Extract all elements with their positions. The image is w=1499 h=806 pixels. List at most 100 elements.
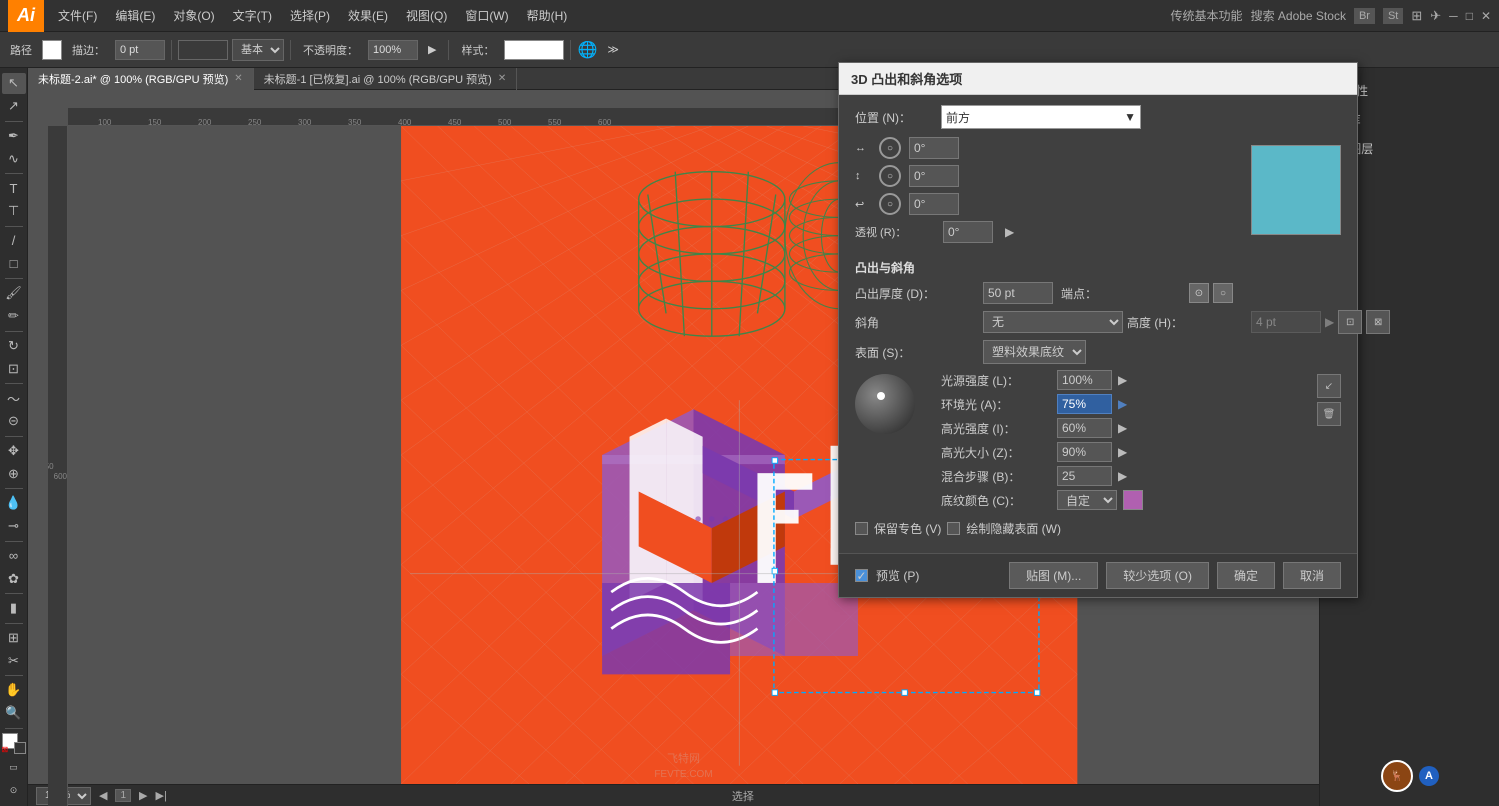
ambient-arrow[interactable]: ▶	[1118, 397, 1127, 411]
bridge-icon[interactable]: Br	[1354, 8, 1375, 24]
tab-2-close[interactable]: ✕	[498, 73, 506, 84]
preserve-spot-checkbox[interactable]	[855, 522, 868, 535]
close-icon[interactable]: ✕	[1481, 9, 1491, 23]
direct-select-tool[interactable]: ↗	[2, 96, 26, 117]
y-angle-dial[interactable]: ○	[879, 165, 901, 187]
light-sphere-container[interactable]	[855, 374, 915, 434]
draw-mode[interactable]: ⊙	[2, 780, 26, 801]
tab-1-close[interactable]: ✕	[234, 73, 242, 84]
endpoint-cap-off[interactable]: ○	[1213, 283, 1233, 303]
y-angle-input[interactable]	[909, 165, 959, 187]
light-intensity-arrow[interactable]: ▶	[1118, 373, 1127, 387]
more-options[interactable]: ≫	[601, 40, 625, 59]
blend-steps-arrow[interactable]: ▶	[1118, 469, 1127, 483]
menu-object[interactable]: 对象(O)	[165, 3, 222, 28]
position-select[interactable]: 前方 ▼	[941, 105, 1141, 129]
opacity-value[interactable]	[368, 40, 418, 60]
page-nav-next[interactable]: ▶	[139, 789, 147, 802]
x-angle-dial[interactable]: ○	[879, 137, 901, 159]
blend-tool[interactable]: ∞	[2, 545, 26, 566]
minimize-icon[interactable]: ─	[1449, 9, 1458, 23]
avatar[interactable]: 🦌	[1381, 760, 1413, 792]
workspace-switcher[interactable]: 传统基本功能	[1171, 7, 1243, 24]
z-angle-input[interactable]	[909, 193, 959, 215]
bevel-select[interactable]: 无	[983, 311, 1123, 333]
z-angle-dial[interactable]: ○	[879, 193, 901, 215]
rotate-tool[interactable]: ↻	[2, 335, 26, 356]
style-color[interactable]	[504, 40, 564, 60]
ambient-input[interactable]	[1057, 394, 1112, 414]
measure-tool[interactable]: ⊸	[2, 516, 26, 537]
add-light-btn[interactable]: ↙	[1317, 374, 1341, 398]
hand-tool[interactable]: ✋	[2, 680, 26, 701]
artboard-tool[interactable]: ⊞	[2, 628, 26, 649]
menu-window[interactable]: 窗口(W)	[457, 3, 516, 28]
menu-effect[interactable]: 效果(E)	[340, 3, 396, 28]
width-tool[interactable]: ⊝	[2, 411, 26, 432]
height-input[interactable]	[1251, 311, 1321, 333]
cancel-button[interactable]: 取消	[1283, 562, 1341, 589]
stock-icon[interactable]: St	[1383, 8, 1403, 24]
perspective-expand[interactable]: ▶	[1001, 225, 1018, 239]
zoom-tool[interactable]: 🔍	[2, 703, 26, 724]
grid-icon[interactable]: ⊞	[1411, 8, 1422, 24]
eyedropper-tool[interactable]: 💧	[2, 493, 26, 514]
column-graph-tool[interactable]: ▮	[2, 598, 26, 619]
menu-text[interactable]: 文字(T)	[225, 3, 280, 28]
globe-icon[interactable]: 🌐	[577, 40, 597, 60]
x-angle-input[interactable]	[909, 137, 959, 159]
arrow-icon[interactable]: ▶	[422, 40, 442, 59]
light-intensity-input[interactable]	[1057, 370, 1112, 390]
blend-steps-input[interactable]	[1057, 466, 1112, 486]
fewer-options-button[interactable]: 较少选项 (O)	[1106, 562, 1209, 589]
slice-tool[interactable]: ✂	[2, 650, 26, 671]
symbol-tool[interactable]: ✿	[2, 568, 26, 589]
rect-tool[interactable]: □	[2, 253, 26, 274]
type-tool[interactable]: T	[2, 178, 26, 199]
fill-stroke-selector[interactable]: ⊠	[2, 733, 26, 754]
line-tool[interactable]: /	[2, 230, 26, 251]
tab-1[interactable]: 未标题-2.ai* @ 100% (RGB/GPU 预览) ✕	[28, 68, 254, 90]
touch-type-tool[interactable]: ⊤	[2, 201, 26, 222]
highlight-size-arrow[interactable]: ▶	[1118, 445, 1127, 459]
paintbrush-tool[interactable]: 🖌	[2, 283, 26, 304]
shape-builder-tool[interactable]: ⊕	[2, 463, 26, 484]
perspective-input[interactable]	[943, 221, 993, 243]
page-nav-prev[interactable]: ◀	[99, 789, 107, 802]
select-tool[interactable]: ↖	[2, 73, 26, 94]
endpoint-cap-on[interactable]: ⊙	[1189, 283, 1209, 303]
shade-color-select[interactable]: 自定	[1057, 490, 1117, 510]
paste-button[interactable]: 贴图 (M)...	[1009, 562, 1098, 589]
draw-hidden-checkbox[interactable]	[947, 522, 960, 535]
bevel-icon-1[interactable]: ⊡	[1338, 310, 1362, 334]
pen-tool[interactable]: ✒	[2, 125, 26, 146]
menu-edit[interactable]: 编辑(E)	[107, 3, 163, 28]
shade-color-swatch[interactable]	[1123, 490, 1143, 510]
highlight-intensity-input[interactable]	[1057, 418, 1112, 438]
pencil-tool[interactable]: ✏	[2, 306, 26, 327]
adobe-stock-search[interactable]: 搜索 Adobe Stock	[1251, 7, 1346, 24]
warp-tool[interactable]: 〜	[2, 388, 26, 409]
stroke-style[interactable]	[178, 40, 228, 60]
fill-color[interactable]	[42, 40, 62, 60]
scale-tool[interactable]: ⊡	[2, 358, 26, 379]
menu-help[interactable]: 帮助(H)	[519, 3, 576, 28]
bevel-icon-2[interactable]: ⊠	[1366, 310, 1390, 334]
share-icon[interactable]: ✈	[1430, 8, 1441, 24]
stroke-value[interactable]	[115, 40, 165, 60]
menu-file[interactable]: 文件(F)	[50, 3, 105, 28]
normal-mode[interactable]: ▭	[2, 757, 26, 778]
user-initial-badge[interactable]: A	[1419, 766, 1439, 786]
preview-checkbox[interactable]: ✓	[855, 569, 868, 582]
tab-2[interactable]: 未标题-1 [已恢复].ai @ 100% (RGB/GPU 预览) ✕	[254, 68, 518, 90]
free-transform-tool[interactable]: ✥	[2, 440, 26, 461]
line-style-select[interactable]: 基本	[232, 39, 284, 61]
page-nav-last[interactable]: ▶|	[156, 789, 167, 802]
extrude-depth-input[interactable]	[983, 282, 1053, 304]
curvature-tool[interactable]: ∿	[2, 148, 26, 169]
highlight-size-input[interactable]	[1057, 442, 1112, 462]
highlight-intensity-arrow[interactable]: ▶	[1118, 421, 1127, 435]
page-nav-input[interactable]: 1	[115, 789, 131, 802]
ok-button[interactable]: 确定	[1217, 562, 1275, 589]
menu-view[interactable]: 视图(Q)	[398, 3, 455, 28]
